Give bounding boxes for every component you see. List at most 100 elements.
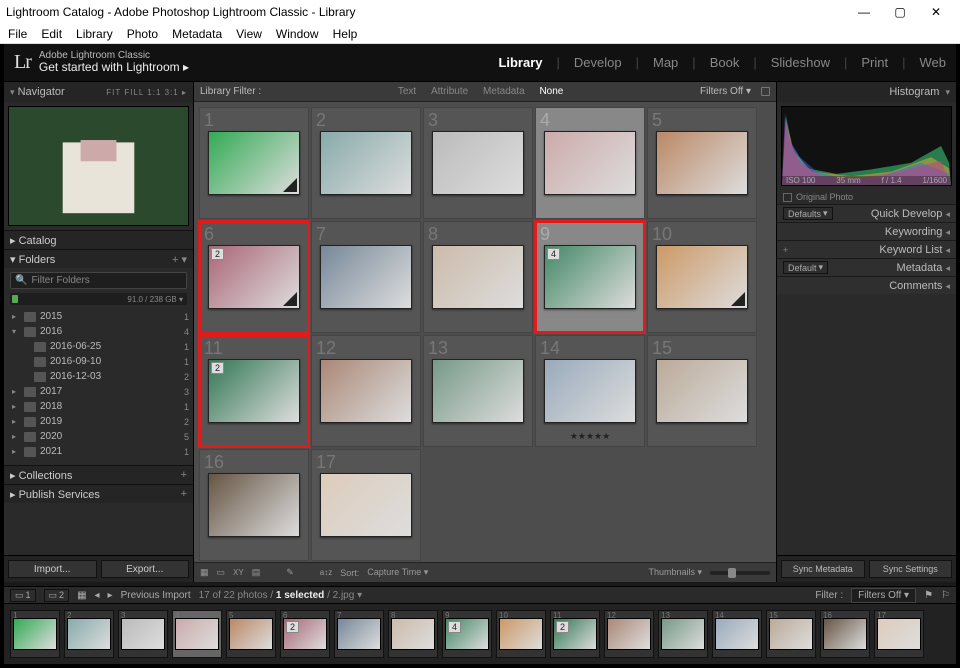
- filmstrip-thumbnail[interactable]: [13, 618, 57, 650]
- collections-header[interactable]: ▸ Collections+: [4, 466, 193, 484]
- grid-cell-12[interactable]: 12: [311, 335, 421, 447]
- painter-icon[interactable]: ✎: [286, 567, 294, 578]
- menu-library[interactable]: Library: [76, 27, 113, 41]
- folder-2015[interactable]: ▸20151: [8, 309, 189, 324]
- thumbnail[interactable]: [432, 245, 524, 309]
- keywording-header[interactable]: Keywording ◂: [777, 222, 956, 240]
- folder-2019[interactable]: ▸20192: [8, 414, 189, 429]
- libfilter-tab-metadata[interactable]: Metadata: [477, 86, 531, 97]
- stack-badge[interactable]: 2: [211, 248, 224, 260]
- menu-photo[interactable]: Photo: [127, 27, 158, 41]
- filmstrip-flag-reject-icon[interactable]: ⚐: [941, 590, 950, 601]
- thumbnail[interactable]: [320, 245, 412, 309]
- folder-2021[interactable]: ▸20211: [8, 444, 189, 459]
- grid-cell-6[interactable]: 62: [199, 221, 309, 333]
- thumbnail[interactable]: 4: [544, 245, 636, 309]
- folder-2017[interactable]: ▸20173: [8, 384, 189, 399]
- loupe-view-icon[interactable]: ▭: [217, 567, 226, 578]
- grid-cell-11[interactable]: 112: [199, 335, 309, 447]
- stack-badge[interactable]: 2: [556, 621, 569, 633]
- filmstrip-cell-10[interactable]: 10: [496, 610, 546, 658]
- grid-cell-5[interactable]: 5: [647, 107, 757, 219]
- thumbnail[interactable]: [208, 131, 300, 195]
- filmstrip-cell-3[interactable]: 3: [118, 610, 168, 658]
- thumbnail[interactable]: [656, 359, 748, 423]
- forward-icon[interactable]: ▸: [108, 590, 113, 601]
- filmstrip-cell-4[interactable]: 4: [172, 610, 222, 658]
- filter-folders-input[interactable]: 🔍 Filter Folders: [10, 272, 187, 289]
- filmstrip-cell-17[interactable]: 17: [874, 610, 924, 658]
- folder-2016-09-10[interactable]: 2016-09-101: [8, 354, 189, 369]
- stack-badge[interactable]: 2: [286, 621, 299, 633]
- metadata-badge-icon[interactable]: [283, 292, 297, 306]
- thumbnail[interactable]: [320, 359, 412, 423]
- module-slideshow[interactable]: Slideshow: [771, 55, 830, 70]
- thumbnail[interactable]: [208, 473, 300, 537]
- folder-2020[interactable]: ▸20205: [8, 429, 189, 444]
- original-photo-checkbox[interactable]: Original Photo: [777, 190, 956, 204]
- filmstrip-cell-8[interactable]: 8: [388, 610, 438, 658]
- module-book[interactable]: Book: [710, 55, 740, 70]
- filmstrip-cell-12[interactable]: 12: [604, 610, 654, 658]
- navigator-header[interactable]: ▾ Navigator FIT FILL 1:1 3:1 ▸: [4, 82, 193, 102]
- module-print[interactable]: Print: [861, 55, 888, 70]
- filmstrip-cell-14[interactable]: 14: [712, 610, 762, 658]
- histogram-header[interactable]: Histogram▾: [777, 82, 956, 102]
- menu-help[interactable]: Help: [333, 27, 358, 41]
- rating-stars[interactable]: ★★★★★: [570, 431, 610, 442]
- libfilter-tab-attribute[interactable]: Attribute: [425, 86, 474, 97]
- grid-cell-14[interactable]: 14★★★★★: [535, 335, 645, 447]
- filmstrip-thumbnail[interactable]: [67, 618, 111, 650]
- filters-off-dropdown[interactable]: Filters Off ▾: [700, 86, 751, 97]
- filmstrip-cell-1[interactable]: 1: [10, 610, 60, 658]
- thumbnail-grid[interactable]: 1234562789410112121314★★★★★151617: [194, 102, 776, 562]
- menu-file[interactable]: File: [8, 27, 27, 41]
- catalog-header[interactable]: ▸ Catalog: [4, 231, 193, 249]
- sync-metadata-button[interactable]: Sync Metadata: [781, 560, 865, 578]
- filmstrip-cell-16[interactable]: 16: [820, 610, 870, 658]
- filmstrip-cell-5[interactable]: 5: [226, 610, 276, 658]
- thumbnail[interactable]: [432, 359, 524, 423]
- module-library[interactable]: Library: [498, 55, 542, 70]
- stack-badge[interactable]: 4: [448, 621, 461, 633]
- grid-cell-15[interactable]: 15: [647, 335, 757, 447]
- grid-cell-17[interactable]: 17: [311, 449, 421, 561]
- folder-2018[interactable]: ▸20181: [8, 399, 189, 414]
- grid-cell-10[interactable]: 10: [647, 221, 757, 333]
- grid-cell-3[interactable]: 3: [423, 107, 533, 219]
- filmstrip-thumbnail[interactable]: [823, 618, 867, 650]
- grid-cell-4[interactable]: 4: [535, 107, 645, 219]
- navigator-zoom-opts[interactable]: FIT FILL 1:1 3:1 ▸: [106, 88, 187, 97]
- filmstrip-cell-7[interactable]: 7: [334, 610, 384, 658]
- thumbnail[interactable]: 2: [208, 359, 300, 423]
- thumbnail[interactable]: [544, 131, 636, 195]
- quick-develop-header[interactable]: Defaults ▾ Quick Develop ◂: [777, 204, 956, 222]
- filmstrip-thumbnail[interactable]: [337, 618, 381, 650]
- menu-metadata[interactable]: Metadata: [172, 27, 222, 41]
- filmstrip-cell-13[interactable]: 13: [658, 610, 708, 658]
- filmstrip-thumbnail[interactable]: [229, 618, 273, 650]
- sort-dropdown[interactable]: Capture Time ▾: [367, 567, 428, 578]
- folders-add-icon[interactable]: + ▾: [172, 253, 187, 266]
- filmstrip[interactable]: 1234562789410112121314151617: [4, 604, 956, 664]
- filmstrip-thumbnail[interactable]: [877, 618, 921, 650]
- filmstrip-thumbnail[interactable]: 4: [445, 618, 489, 650]
- module-web[interactable]: Web: [920, 55, 947, 70]
- filmstrip-thumbnail[interactable]: [121, 618, 165, 650]
- folder-2016-06-25[interactable]: 2016-06-251: [8, 339, 189, 354]
- menu-edit[interactable]: Edit: [41, 27, 62, 41]
- folders-header[interactable]: ▾ Folders+ ▾: [4, 250, 193, 268]
- thumbnail[interactable]: [544, 359, 636, 423]
- filmstrip-thumbnail[interactable]: [715, 618, 759, 650]
- metadata-badge-icon[interactable]: [283, 178, 297, 192]
- metadata-badge-icon[interactable]: [731, 292, 745, 306]
- back-icon[interactable]: ◂: [95, 590, 100, 601]
- thumbnails-dropdown[interactable]: Thumbnails ▾: [648, 567, 702, 578]
- compare-view-icon[interactable]: XY: [233, 568, 244, 577]
- window-maximize-button[interactable]: ▢: [882, 0, 918, 24]
- libfilter-tab-none[interactable]: None: [533, 86, 569, 97]
- grid-cell-13[interactable]: 13: [423, 335, 533, 447]
- source-label[interactable]: Previous Import: [121, 590, 191, 601]
- window-close-button[interactable]: ✕: [918, 0, 954, 24]
- filmstrip-thumbnail[interactable]: [769, 618, 813, 650]
